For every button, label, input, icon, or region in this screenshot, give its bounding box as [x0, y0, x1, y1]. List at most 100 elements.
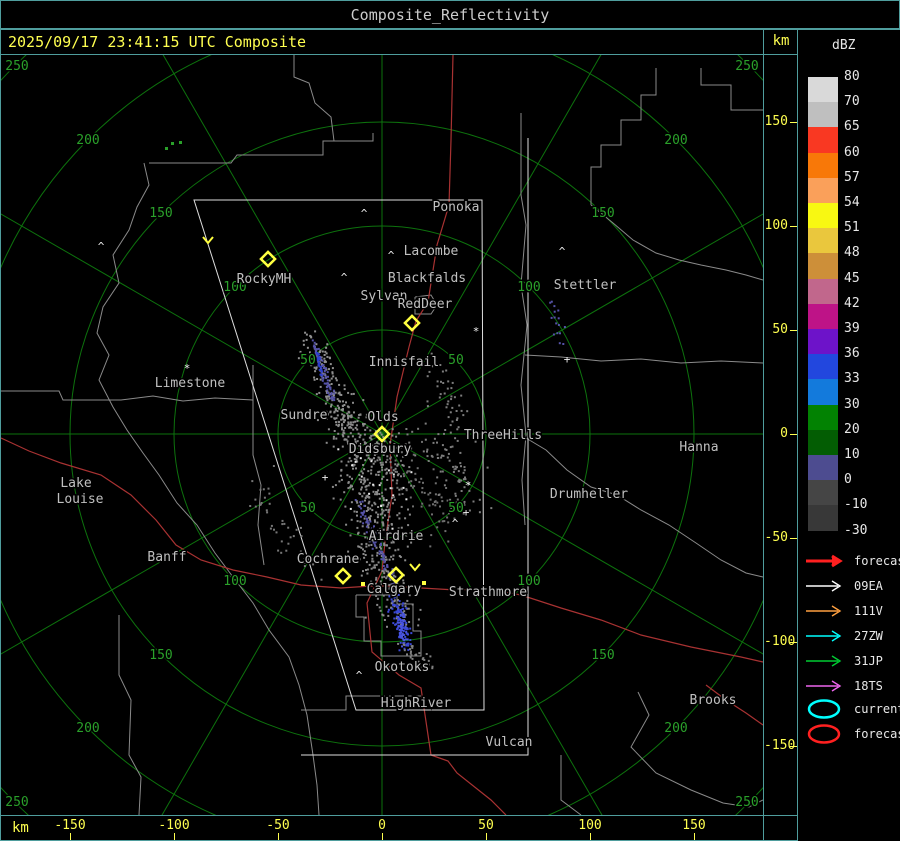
- echo-pixel: [396, 486, 399, 489]
- echo-pixel: [342, 429, 345, 432]
- ring-distance-label: 250: [5, 795, 28, 810]
- echo-pixel: [393, 611, 396, 614]
- echo-pixel: [381, 576, 384, 579]
- echo-pixel: [380, 505, 383, 507]
- echo-pixel: [313, 376, 316, 379]
- echo-pixel: [361, 525, 364, 528]
- echo-pixel: [376, 521, 379, 524]
- echo-pixel: [366, 494, 369, 497]
- echo-pixel: [404, 517, 407, 520]
- echo-pixel: [396, 514, 399, 517]
- echo-pixel: [383, 567, 386, 570]
- station-marker: +: [564, 353, 571, 366]
- window-left-border: [0, 0, 1, 841]
- echo-pixel: [381, 469, 384, 472]
- city-label-limestone: Limestone: [155, 376, 226, 391]
- echo-pixel: [360, 470, 363, 473]
- echo-pixel: [283, 522, 286, 525]
- city-label-lake: Lake: [60, 476, 91, 491]
- colorbar-block: [808, 354, 838, 380]
- echo-pixel: [326, 386, 329, 389]
- echo-pixel: [331, 485, 334, 488]
- echo-pixel: [404, 559, 407, 562]
- echo-pixel: [384, 488, 387, 491]
- city-label-hanna: Hanna: [679, 440, 718, 455]
- echo-pixel: [402, 464, 405, 467]
- radar-map-svg: 50 5050 50100 100100 100150 150150 150200 20020…: [1, 55, 763, 815]
- echo-pixel: [320, 578, 323, 581]
- echo-pixel: [404, 605, 407, 608]
- echo-pixel: [386, 598, 389, 601]
- colorbar-value-label: 48: [844, 245, 860, 261]
- echo-pixel: [335, 409, 337, 412]
- echo-pixel: [562, 343, 565, 345]
- echo-pixel: [340, 478, 343, 481]
- echo-pixel: [327, 382, 330, 385]
- echo-pixel: [486, 466, 489, 469]
- echo-pixel: [391, 607, 394, 610]
- echo-pixel: [440, 380, 442, 383]
- echo-pixel: [398, 618, 401, 621]
- echo-pixel: [410, 480, 413, 483]
- echo-pixel: [363, 433, 366, 436]
- echo-pixel: [320, 370, 323, 372]
- echo-pixel: [359, 457, 362, 460]
- echo-pixel: [441, 470, 444, 473]
- green-dot-marker: [179, 141, 182, 144]
- echo-pixel: [403, 644, 406, 647]
- colorbar-value-label: 39: [844, 321, 860, 336]
- echo-pixel: [365, 525, 368, 528]
- colorbar-block: [808, 228, 838, 254]
- echo-pixel: [268, 492, 271, 495]
- colorbar-value-label: 70: [844, 94, 860, 110]
- echo-pixel: [436, 453, 439, 456]
- city-label-banff: Banff: [147, 550, 186, 565]
- echo-pixel: [356, 520, 359, 523]
- echo-pixel: [327, 375, 329, 378]
- echo-pixel: [372, 490, 375, 493]
- echo-pixel: [436, 441, 438, 444]
- echo-pixel: [449, 424, 452, 427]
- echo-pixel: [432, 441, 435, 444]
- echo-pixel: [397, 473, 400, 476]
- colorbar-block: [808, 379, 838, 405]
- echo-pixel: [417, 624, 420, 627]
- echo-pixel: [400, 505, 403, 508]
- radar-site-diamond: [403, 314, 421, 332]
- radar-site-diamond: [334, 567, 352, 585]
- echo-pixel: [363, 517, 366, 520]
- echo-pixel: [366, 572, 369, 575]
- radar-map-canvas[interactable]: 50 50 50 50 100 100 100 100 150 150 150 150 200 200 20…: [1, 55, 763, 815]
- echo-pixel: [325, 346, 328, 349]
- echo-pixel: [359, 493, 362, 495]
- echo-pixel: [341, 427, 343, 430]
- echo-pixel: [441, 370, 444, 373]
- echo-pixel: [415, 653, 418, 656]
- echo-pixel: [327, 428, 330, 431]
- echo-pixel: [388, 558, 391, 561]
- legend-label: 09EA: [854, 579, 883, 593]
- station-marker: +: [322, 471, 329, 484]
- echo-pixel: [285, 549, 288, 552]
- echo-pixel: [400, 459, 402, 462]
- echo-pixel: [325, 441, 328, 444]
- echo-pixel: [462, 471, 465, 474]
- echo-pixel: [321, 379, 324, 382]
- ring-distance-label: 200: [76, 721, 99, 736]
- ring-distance-label: 150: [149, 206, 172, 221]
- echo-pixel: [361, 495, 364, 498]
- echo-pixel: [558, 342, 561, 345]
- echo-pixel: [273, 528, 275, 531]
- echo-pixel: [432, 468, 435, 471]
- echo-pixel: [392, 558, 395, 561]
- echo-pixel: [332, 497, 335, 500]
- echo-pixel: [329, 410, 332, 413]
- echo-pixel: [342, 421, 345, 424]
- echo-pixel: [392, 469, 395, 472]
- boundary-line: [118, 615, 142, 815]
- echo-pixel: [385, 499, 388, 502]
- echo-pixel: [343, 491, 346, 494]
- echo-pixel: [404, 620, 407, 623]
- echo-pixel: [339, 474, 342, 477]
- ring-distance-label: 250: [735, 795, 758, 810]
